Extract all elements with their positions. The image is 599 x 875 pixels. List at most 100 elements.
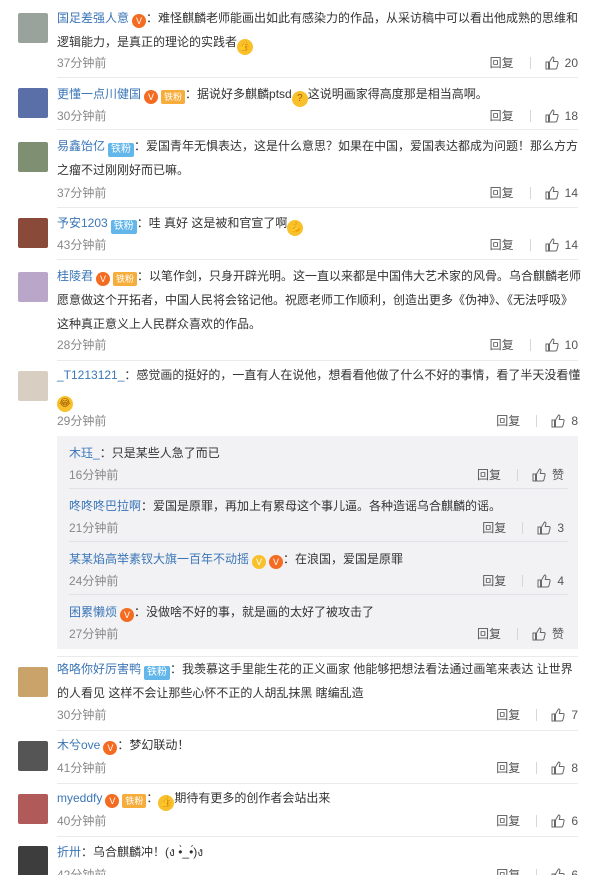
avatar[interactable]: [18, 88, 48, 118]
comment-text: ：据说好多麒麟ptsd: [185, 87, 292, 101]
like-icon[interactable]: [551, 814, 565, 828]
comment-text-2: 期待有更多的创作者会站出来: [174, 791, 331, 805]
thumbs-up-emoji-icon: 👍: [158, 795, 175, 811]
like-icon[interactable]: [545, 338, 559, 352]
comment-time: 41分钟前: [57, 761, 107, 775]
like-icon[interactable]: [545, 238, 559, 252]
action-divider: [529, 339, 531, 351]
avatar[interactable]: [18, 142, 48, 172]
username-link[interactable]: 某某焰高举素钗大旗一百年不动摇: [69, 552, 249, 566]
like-icon[interactable]: [545, 109, 559, 123]
vip-badge-icon: V: [103, 741, 118, 755]
sub-reply-box: 木珏_：只是某些人急了而已 16分钟前 回复 赞 咚咚咚巴拉啊：爱国是原罪，再加…: [57, 436, 578, 649]
sub-reply-item: 咚咚咚巴拉啊：爱国是原罪，再加上有累母这个事儿逼。各种造谣乌合麒麟的谣。 21分…: [69, 489, 568, 542]
avatar[interactable]: [18, 741, 48, 771]
comment-text-2: 这说明画家得高度那是相当高啊。: [307, 87, 488, 101]
like-count: 14: [564, 186, 578, 200]
avatar[interactable]: [18, 846, 48, 875]
thinking-emoji-icon: ?: [291, 91, 308, 107]
like-count: 7: [571, 708, 578, 722]
reply-button[interactable]: 回复: [490, 108, 514, 124]
action-divider: [529, 239, 531, 251]
like-icon[interactable]: [545, 186, 559, 200]
like-icon[interactable]: [551, 868, 565, 875]
reply-button[interactable]: 回复: [490, 185, 514, 201]
muscle-emoji-icon: 💪: [287, 220, 304, 236]
reply-button[interactable]: 回复: [482, 573, 506, 589]
like-icon[interactable]: [551, 708, 565, 722]
avatar[interactable]: [18, 667, 48, 697]
comment-time: 29分钟前: [57, 414, 107, 428]
reply-button[interactable]: 回复: [477, 626, 501, 642]
reply-button[interactable]: 回复: [496, 413, 520, 429]
comment-time: 42分钟前: [57, 868, 107, 875]
comment-divider: [57, 836, 578, 837]
sub-reply-time: 24分钟前: [69, 574, 119, 588]
username-link[interactable]: 易鑫饴亿: [57, 139, 105, 153]
username-link[interactable]: myeddfy: [57, 791, 102, 805]
action-divider: [536, 709, 538, 721]
username-link[interactable]: 更懂一点川健国: [57, 87, 141, 101]
comment-text: ：哇 真好 这是被和官宣了啊: [136, 216, 288, 230]
action-divider: [529, 57, 531, 69]
like-icon[interactable]: [532, 468, 546, 482]
reply-button[interactable]: 回复: [496, 760, 520, 776]
reply-button[interactable]: 回复: [490, 237, 514, 253]
sub-reply-text: ：没做啥不好的事，就是画的太好了被攻击了: [134, 605, 375, 619]
sub-reply-text: ：只是某些人急了而已: [99, 446, 220, 460]
like-count: 赞: [551, 468, 564, 482]
like-count: 8: [571, 414, 578, 428]
username-link[interactable]: 国足差强人意: [57, 11, 129, 25]
reply-button[interactable]: 回复: [477, 467, 501, 483]
action-divider: [536, 415, 538, 427]
vip-badge-icon: V: [269, 555, 284, 569]
like-count: 赞: [551, 627, 564, 641]
thumbs-up-emoji-icon: 👍: [237, 39, 254, 55]
comment-text: ：爱国青年无惧表达，这是什么意思？如果在中国，爱国表达都成为问题！那么方方之瘤不…: [57, 139, 579, 177]
like-icon[interactable]: [551, 414, 565, 428]
like-count: 6: [571, 868, 578, 875]
vip-badge-icon: V: [132, 14, 147, 28]
reply-button[interactable]: 回复: [482, 520, 506, 536]
vip-badge-icon: V: [96, 272, 111, 286]
username-link[interactable]: 困累懒烦: [69, 605, 117, 619]
reply-button[interactable]: 回复: [490, 55, 514, 71]
avatar[interactable]: [18, 218, 48, 248]
like-count: 6: [571, 814, 578, 828]
heart-badge-icon: V: [252, 555, 267, 569]
comment-divider: [57, 730, 578, 731]
action-divider: [536, 762, 538, 774]
reply-button[interactable]: 回复: [496, 867, 520, 875]
username-link[interactable]: 木兮ove: [57, 738, 100, 752]
like-icon[interactable]: [537, 521, 551, 535]
sub-reply-time: 27分钟前: [69, 627, 119, 641]
like-icon[interactable]: [545, 56, 559, 70]
username-link[interactable]: _T1213121_: [57, 368, 124, 382]
comment-time: 28分钟前: [57, 338, 107, 352]
username-link[interactable]: 桂陵君: [57, 269, 93, 283]
username-link[interactable]: 咚咚咚巴拉啊: [69, 499, 141, 513]
vip-badge-icon: V: [120, 608, 135, 622]
avatar[interactable]: [18, 371, 48, 401]
username-link[interactable]: 予安1203: [57, 216, 108, 230]
username-link[interactable]: 咯咯你好厉害鸭: [57, 662, 141, 676]
action-divider: [522, 522, 524, 534]
username-link[interactable]: 折卅: [57, 845, 81, 859]
username-link[interactable]: 木珏_: [69, 446, 100, 460]
comment-list: 国足差强人意 V ：难怪麒麟老师能画出如此有感染力的作品，从采访稿中可以看出他成熟的…: [0, 0, 599, 875]
sub-reply-text: ：在浪国，爱国是原罪: [283, 552, 404, 566]
avatar[interactable]: [18, 794, 48, 824]
reply-button[interactable]: 回复: [490, 337, 514, 353]
sub-reply-item: 某某焰高举素钗大旗一百年不动摇 V V ：在浪国，爱国是原罪 24分钟前 回复 4: [69, 542, 568, 595]
action-divider: [536, 869, 538, 875]
avatar[interactable]: [18, 272, 48, 302]
reply-button[interactable]: 回复: [496, 813, 520, 829]
like-icon[interactable]: [532, 627, 546, 641]
like-icon[interactable]: [551, 761, 565, 775]
reply-button[interactable]: 回复: [496, 707, 520, 723]
avatar[interactable]: [18, 13, 48, 43]
sub-reply-item: 木珏_：只是某些人急了而已 16分钟前 回复 赞: [69, 436, 568, 489]
comment-time: 37分钟前: [57, 186, 107, 200]
like-icon[interactable]: [537, 574, 551, 588]
action-divider: [516, 628, 518, 640]
